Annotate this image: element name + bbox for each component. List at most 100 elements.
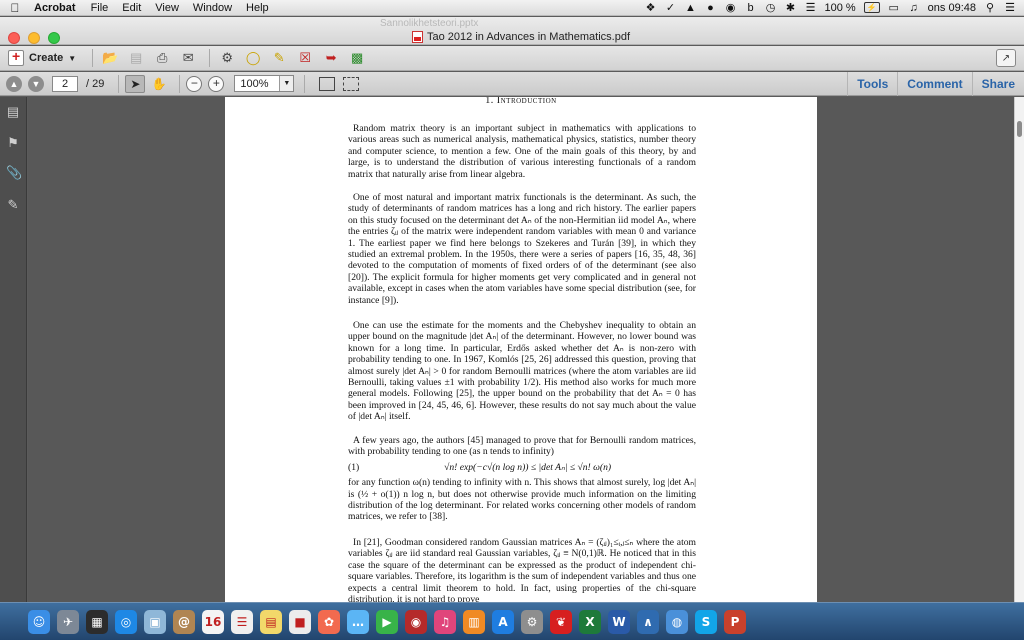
page-number-input[interactable]: 2: [52, 75, 78, 92]
bookmarks-icon[interactable]: ⚑: [6, 135, 20, 151]
toolbar-divider: [92, 49, 94, 67]
page-thumbnails-icon[interactable]: ▤: [6, 104, 20, 120]
circle-icon[interactable]: ●: [705, 2, 717, 14]
volume-icon[interactable]: ♫: [908, 2, 920, 14]
paragraph-text: One can use the estimate for the moments…: [348, 320, 696, 423]
next-page-button[interactable]: ▼: [28, 75, 44, 92]
zoom-window-button[interactable]: [48, 32, 60, 44]
fit-page-icon[interactable]: [319, 76, 336, 91]
window-controls: [8, 32, 60, 44]
clock[interactable]: ons 09:48: [928, 2, 976, 14]
scrollbar-thumb[interactable]: [1017, 121, 1022, 137]
tab-share[interactable]: Share: [971, 71, 1024, 96]
attachments-icon[interactable]: 📎: [6, 165, 22, 181]
time-machine-icon[interactable]: ◷: [765, 2, 777, 14]
menu-view[interactable]: View: [148, 2, 186, 14]
toolbar-divider: [118, 74, 120, 93]
email-icon[interactable]: ✉: [177, 48, 199, 68]
photo-booth-icon[interactable]: ◉: [405, 609, 427, 634]
pdf-export-icon[interactable]: ➥: [320, 48, 342, 68]
ibooks-icon[interactable]: ▥: [463, 609, 485, 634]
wifi-icon[interactable]: ☰: [805, 2, 817, 14]
calendar-icon[interactable]: 16: [202, 609, 224, 634]
hand-tool-icon[interactable]: ✋: [149, 75, 169, 93]
fit-width-icon[interactable]: [343, 76, 360, 91]
bluetooth-icon[interactable]: ✱: [785, 2, 797, 14]
signatures-icon[interactable]: ✎: [6, 197, 20, 213]
matlab-icon[interactable]: ∧: [637, 609, 659, 634]
navigation-toolbar: ▲ ▼ 2 / 29 ➤ ✋ − + 100% ▼ Tools Comment …: [0, 71, 1024, 96]
toolbar-divider: [304, 74, 306, 93]
close-window-button[interactable]: [8, 32, 20, 44]
check-icon[interactable]: ✓: [665, 2, 677, 14]
pdf-combine-icon[interactable]: ▩: [346, 48, 368, 68]
chevron-down-icon: ▼: [68, 53, 77, 63]
tab-tools[interactable]: Tools: [847, 71, 897, 96]
save-icon[interactable]: ▤: [125, 48, 147, 68]
select-tool-icon[interactable]: ➤: [125, 74, 146, 93]
powerpoint-icon[interactable]: P: [724, 609, 746, 634]
menu-window[interactable]: Window: [186, 2, 239, 14]
right-panel-tabs: Tools Comment Share: [847, 71, 1024, 96]
system-preferences-icon[interactable]: ⚙: [521, 609, 543, 634]
contacts-icon[interactable]: @: [173, 609, 195, 634]
display-icon[interactable]: ▭: [888, 2, 900, 14]
skype-status-icon[interactable]: ◉: [725, 2, 737, 14]
notification-center-icon[interactable]: ☰: [1004, 2, 1016, 14]
paragraph: In [21], Goodman considered random Gauss…: [348, 537, 696, 602]
bold-b-icon[interactable]: b: [745, 2, 757, 14]
notes-icon[interactable]: ▤: [260, 609, 282, 634]
excel-icon[interactable]: X: [579, 609, 601, 634]
itunes-icon[interactable]: ♫: [434, 609, 456, 634]
minimize-window-button[interactable]: [28, 32, 40, 44]
pdf-delete-icon[interactable]: ☒: [294, 48, 316, 68]
facetime-icon[interactable]: ▶: [376, 609, 398, 634]
gear-icon[interactable]: ⚙: [216, 48, 238, 68]
comment-icon[interactable]: ◯: [242, 48, 264, 68]
paragraph-text: for any function ω(n) tending to infinit…: [348, 477, 696, 523]
app-store-icon[interactable]: A: [492, 609, 514, 634]
sign-icon[interactable]: ✎: [268, 48, 290, 68]
battery-percent: 100 %: [824, 1, 856, 14]
finder-icon[interactable]: ☺: [28, 609, 50, 634]
messages-icon[interactable]: …: [347, 609, 369, 634]
word-icon[interactable]: W: [608, 609, 630, 634]
zoom-in-button[interactable]: +: [208, 75, 225, 92]
acrobat-icon[interactable]: ❦: [550, 609, 572, 634]
open-folder-icon[interactable]: 📂: [99, 48, 121, 68]
zoom-out-button[interactable]: −: [186, 75, 203, 92]
paragraph-text: One of most natural and important matrix…: [348, 192, 696, 306]
expand-icon[interactable]: ↗: [996, 49, 1016, 67]
window-title-bar: Sannolikhetsteori.pptx Tao 2012 in Advan…: [0, 17, 1024, 45]
dropbox-icon[interactable]: ❖: [645, 2, 657, 14]
preview-icon[interactable]: ▣: [144, 609, 166, 634]
network-icon[interactable]: ◍: [666, 609, 688, 634]
create-button[interactable]: Create ▼: [8, 48, 86, 66]
tab-comment[interactable]: Comment: [897, 71, 971, 96]
launchpad-icon[interactable]: ✈: [57, 609, 79, 634]
apple-menu-icon[interactable]: : [0, 1, 30, 15]
battery-icon[interactable]: ⚡: [863, 2, 880, 13]
app-menu[interactable]: Acrobat: [30, 2, 84, 14]
skype-icon[interactable]: S: [695, 609, 717, 634]
menu-file[interactable]: File: [84, 2, 116, 14]
zoom-select[interactable]: 100% ▼: [234, 75, 295, 92]
create-pdf-icon: [8, 48, 24, 66]
navigation-pane: ▤ ⚑ 📎 ✎: [0, 97, 27, 602]
equation-number: (1): [348, 461, 360, 473]
safari-icon[interactable]: ◎: [115, 609, 137, 634]
menu-edit[interactable]: Edit: [115, 2, 148, 14]
reminders-icon[interactable]: ☰: [231, 609, 253, 634]
dashboard-icon[interactable]: ▦: [86, 609, 108, 634]
print-icon[interactable]: ⎙: [151, 48, 173, 68]
document-title: Tao 2012 in Advances in Mathematics.pdf: [412, 31, 630, 43]
menu-help[interactable]: Help: [239, 2, 276, 14]
paragraph: A few years ago, the authors [45] manage…: [348, 435, 696, 523]
previous-page-button[interactable]: ▲: [6, 75, 22, 92]
stickies-icon[interactable]: ■: [289, 609, 311, 634]
spotlight-icon[interactable]: ⚲: [984, 2, 996, 14]
equation: (1) √n! exp(−c√(n log n)) ≤ |det Aₙ| ≤ √…: [348, 462, 696, 473]
vertical-scrollbar[interactable]: [1014, 97, 1024, 602]
shield-icon[interactable]: ▲: [685, 2, 697, 14]
photos-icon[interactable]: ✿: [318, 609, 340, 634]
